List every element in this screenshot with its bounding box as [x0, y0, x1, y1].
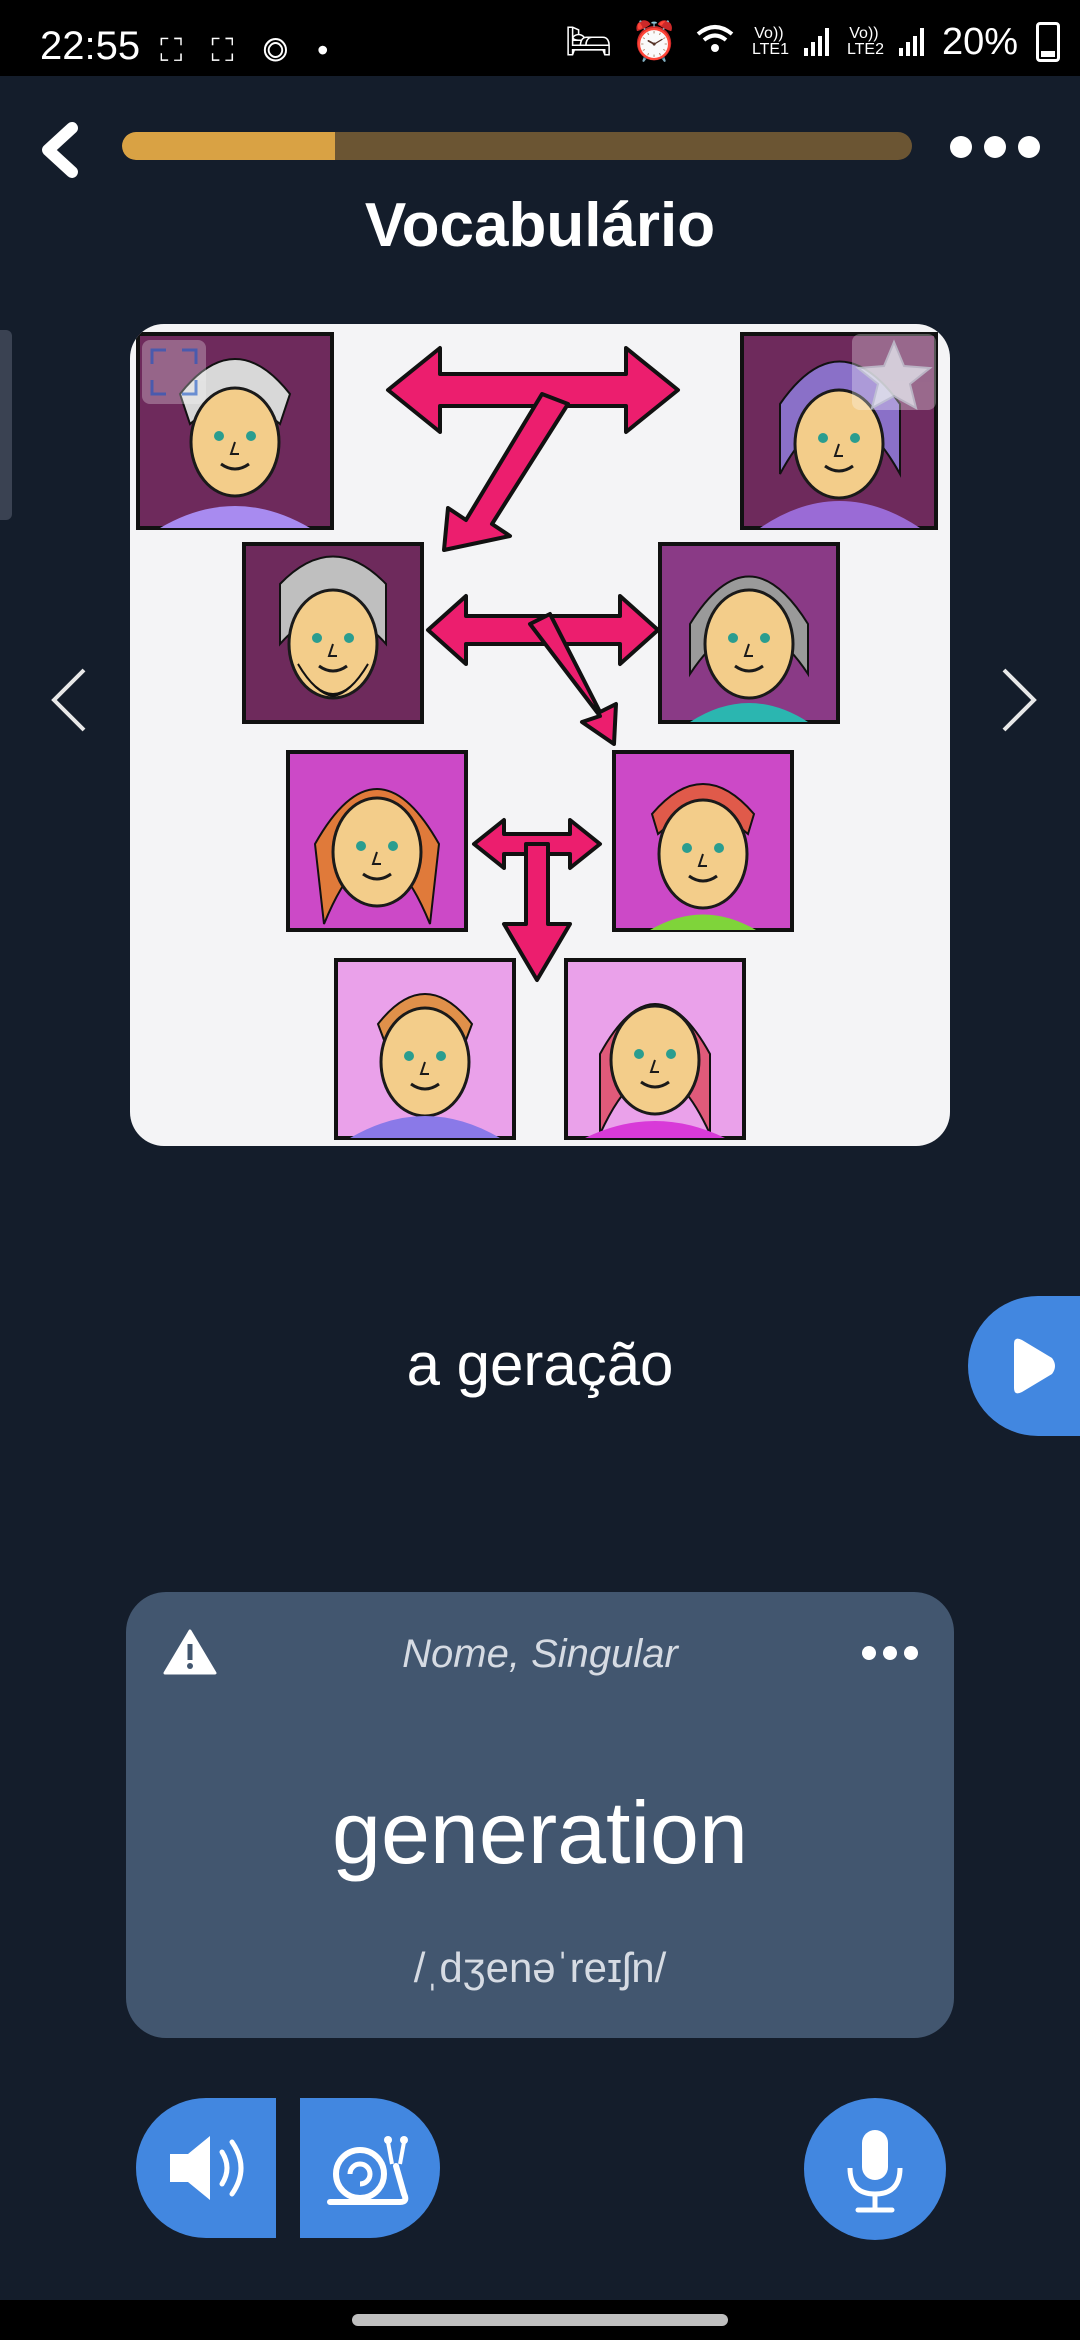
edge-icon: ◎ — [262, 32, 299, 68]
play-audio-button[interactable] — [968, 1296, 1080, 1436]
status-time: 22:55 — [40, 24, 141, 68]
signal-icon — [803, 28, 829, 56]
screen-record-icon: ⛶ — [211, 32, 244, 68]
portrait-grandmother — [658, 542, 840, 724]
dot-icon — [862, 1646, 876, 1660]
status-bar: 22:55 ⛶ ⛶ ◎ • 🛏 ⏰ Vo)) LTE1 Vo)) LTE2 20… — [0, 0, 1080, 76]
wifi-icon — [696, 21, 734, 64]
sleep-icon: 🛏 — [564, 21, 613, 63]
signal-icon — [898, 28, 924, 56]
phonetic-transcription: /ˌdʒenəˈreɪʃn/ — [413, 1944, 667, 1991]
more-options-button[interactable] — [950, 134, 1040, 160]
snail-icon — [327, 2136, 409, 2205]
lesson-progress-bar — [122, 132, 912, 160]
vocabulary-image-card[interactable] — [130, 324, 950, 1146]
alarm-icon: ⏰ — [630, 21, 678, 63]
portrait-father — [612, 750, 794, 932]
play-icon — [1014, 1338, 1055, 1394]
status-right-icons: 🛏 ⏰ Vo)) LTE1 Vo)) LTE2 20% — [564, 20, 1060, 64]
previous-card-button[interactable] — [40, 660, 100, 740]
speaker-button[interactable] — [136, 2098, 276, 2238]
favorite-star-icon[interactable] — [852, 334, 936, 410]
home-gesture-bar[interactable] — [352, 2314, 728, 2326]
sim2-label: Vo)) LTE2 — [846, 25, 884, 58]
sim1-label: Vo)) LTE1 — [751, 25, 789, 58]
progress-fill — [122, 132, 336, 160]
dot-icon — [883, 1646, 897, 1660]
back-button[interactable] — [36, 120, 86, 180]
portrait-mother — [286, 750, 468, 932]
microphone-icon — [847, 2130, 903, 2213]
microphone-button[interactable] — [804, 2098, 946, 2240]
translation-text: generation — [332, 1783, 748, 1882]
expand-icon[interactable] — [142, 340, 206, 404]
battery-percent: 20% — [941, 20, 1018, 63]
chevron-right-icon — [1002, 668, 1037, 732]
card-options-button[interactable] — [862, 1646, 918, 1662]
part-of-speech: Nome, Singular — [402, 1632, 678, 1676]
edge-panel-handle[interactable] — [0, 330, 12, 520]
next-card-button[interactable] — [988, 660, 1048, 740]
chevron-left-icon — [51, 668, 86, 732]
portrait-daughter — [564, 958, 746, 1140]
portrait-son — [334, 958, 516, 1140]
dot-icon — [984, 136, 1006, 158]
page-title: Vocabulário — [364, 191, 716, 260]
screenshot-icon: ⛶ — [160, 32, 193, 68]
slow-audio-button[interactable] — [300, 2098, 440, 2238]
family-generations-illustration — [136, 332, 938, 1140]
target-word: a geração — [406, 1331, 674, 1398]
status-left-icons: ⛶ ⛶ ◎ • — [160, 32, 338, 70]
battery-icon — [1036, 22, 1060, 62]
dot-icon: • — [317, 32, 339, 68]
chevron-left-icon — [42, 122, 78, 178]
dot-icon — [950, 136, 972, 158]
portrait-grandfather — [242, 542, 424, 724]
dot-icon — [904, 1646, 918, 1660]
translation-card: Nome, Singular generation /ˌdʒenəˈreɪʃn/ — [126, 1592, 954, 2038]
dot-icon — [1018, 136, 1040, 158]
speaker-icon — [170, 2136, 244, 2200]
